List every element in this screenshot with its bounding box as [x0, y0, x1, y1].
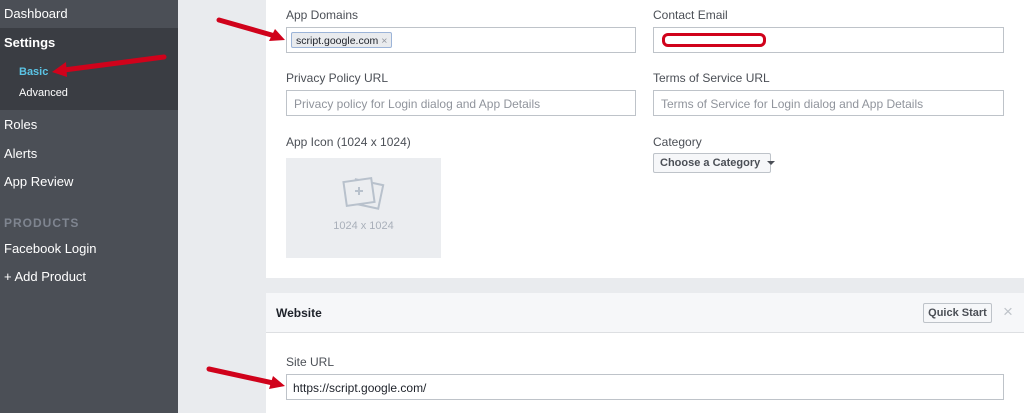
- website-panel-title: Website: [276, 306, 322, 320]
- app-domains-input[interactable]: script.google.com ×: [286, 27, 636, 53]
- products-header: PRODUCTS: [4, 216, 80, 230]
- sidebar-item-alerts[interactable]: Alerts: [0, 146, 178, 161]
- redaction-mark: [662, 33, 766, 47]
- sidebar-item-advanced[interactable]: Advanced: [0, 87, 178, 99]
- sidebar-item-dashboard[interactable]: Dashboard: [0, 6, 178, 21]
- sidebar-item-basic[interactable]: Basic: [0, 66, 178, 78]
- website-panel-header: Website Quick Start ×: [266, 293, 1024, 333]
- sidebar-item-add-product[interactable]: + Add Product: [0, 269, 178, 284]
- contact-email-label: Contact Email: [653, 8, 728, 22]
- choose-category-button[interactable]: Choose a Category: [653, 153, 776, 173]
- app-icon-label: App Icon (1024 x 1024): [286, 135, 411, 149]
- close-icon[interactable]: ×: [1003, 303, 1013, 321]
- content-gutter: [178, 0, 266, 413]
- domain-token-text: script.google.com: [296, 35, 379, 47]
- remove-token-icon[interactable]: ×: [381, 35, 387, 47]
- app-domains-label: App Domains: [286, 8, 359, 22]
- sidebar: Dashboard Settings Basic Advanced Roles …: [0, 0, 178, 413]
- choose-category-label: Choose a Category: [660, 157, 761, 169]
- app-icon-upload[interactable]: 1024 x 1024: [286, 158, 441, 258]
- sidebar-item-settings[interactable]: Settings: [0, 35, 178, 50]
- site-url-label: Site URL: [286, 355, 335, 369]
- caret-down-icon: [767, 161, 776, 166]
- terms-of-service-placeholder: Terms of Service for Login dialog and Ap…: [661, 97, 924, 111]
- sidebar-item-facebook-login[interactable]: Facebook Login: [0, 241, 178, 256]
- app-icon-caption: 1024 x 1024: [333, 220, 394, 232]
- domain-token: script.google.com ×: [291, 32, 393, 48]
- privacy-policy-placeholder: Privacy policy for Login dialog and App …: [294, 97, 541, 111]
- image-upload-icon: [342, 177, 385, 210]
- sidebar-item-app-review[interactable]: App Review: [0, 174, 178, 189]
- site-url-input[interactable]: https://script.google.com/: [286, 374, 1004, 400]
- category-label: Category: [653, 135, 702, 149]
- sidebar-item-roles[interactable]: Roles: [0, 117, 178, 132]
- privacy-policy-input[interactable]: Privacy policy for Login dialog and App …: [286, 90, 636, 116]
- terms-of-service-label: Terms of Service URL: [653, 71, 770, 85]
- privacy-policy-label: Privacy Policy URL: [286, 71, 389, 85]
- terms-of-service-input[interactable]: Terms of Service for Login dialog and Ap…: [653, 90, 1004, 116]
- quick-start-button[interactable]: Quick Start: [923, 303, 992, 323]
- site-url-value: https://script.google.com/: [293, 381, 427, 395]
